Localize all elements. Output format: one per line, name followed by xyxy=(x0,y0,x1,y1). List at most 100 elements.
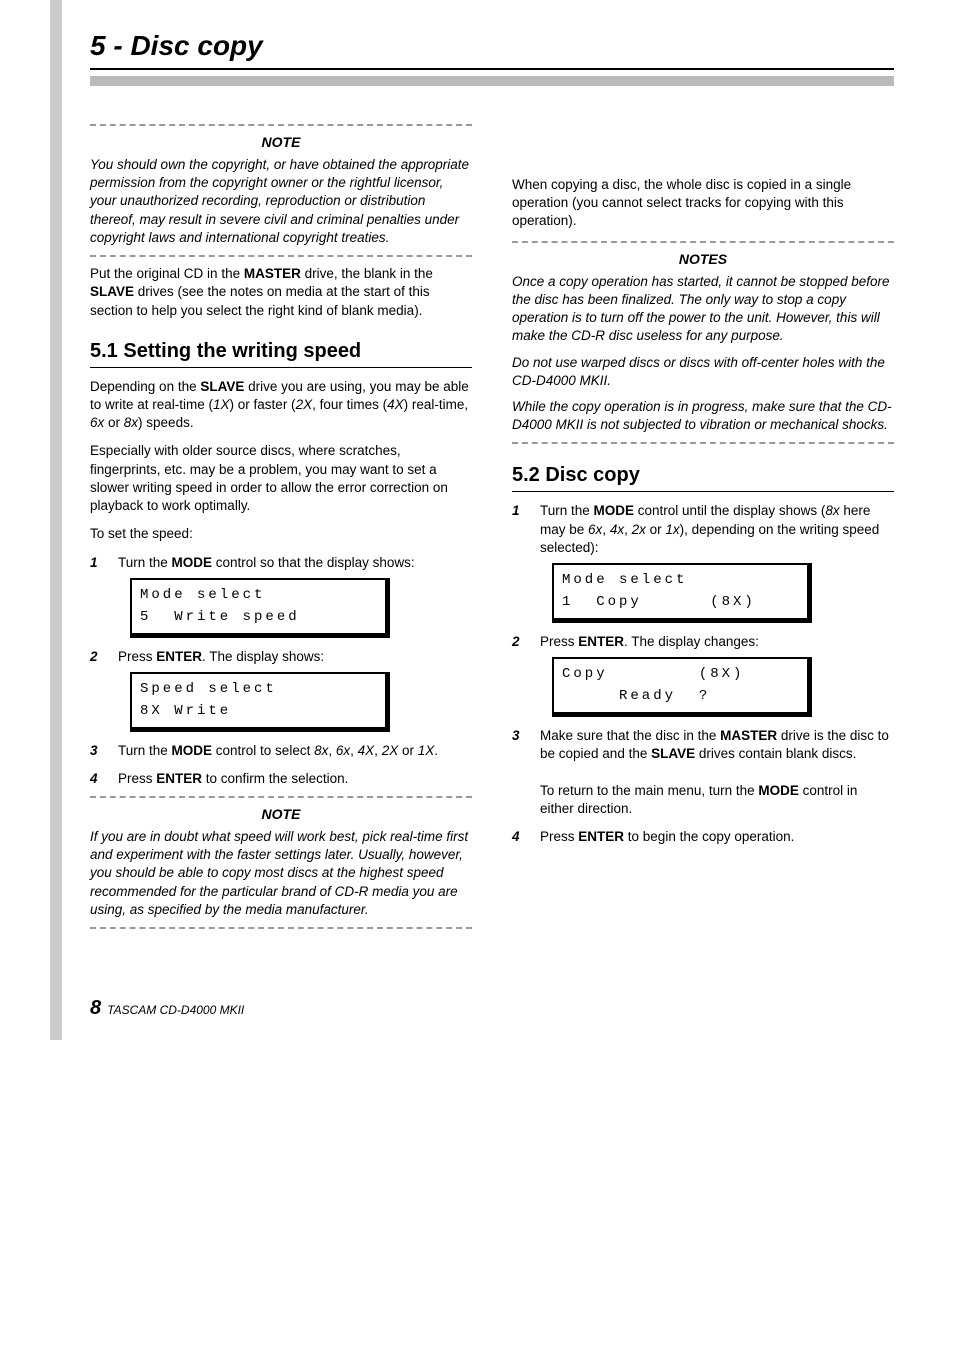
text: Press xyxy=(118,771,156,786)
step-text: Turn the MODE control so that the displa… xyxy=(118,554,415,572)
notes-body-3: While the copy operation is in progress,… xyxy=(512,398,894,434)
enter-key: ENTER xyxy=(578,829,624,844)
text: , xyxy=(328,743,336,758)
text: to begin the copy operation. xyxy=(624,829,794,844)
mode-control: MODE xyxy=(172,555,213,570)
text: drive, the blank in the xyxy=(301,266,433,281)
notes-divider-bottom xyxy=(512,442,894,444)
speed-1x: 1x xyxy=(665,522,679,537)
speed-2x: 2x xyxy=(632,522,646,537)
step-text: Press ENTER to confirm the selection. xyxy=(118,770,348,788)
step-2: 2 Press ENTER. The display changes: xyxy=(512,633,894,651)
step-number: 4 xyxy=(512,828,526,846)
step-number: 2 xyxy=(512,633,526,651)
text: . xyxy=(434,743,438,758)
speed-1x: 1X xyxy=(213,397,230,412)
notes-body-1: Once a copy operation has started, it ca… xyxy=(512,273,894,346)
two-column-layout: NOTE You should own the copyright, or ha… xyxy=(90,116,894,937)
lcd-display-copy-menu: Mode select 1 Copy (8X) xyxy=(552,563,812,623)
text: . The display shows: xyxy=(202,649,324,664)
text: ) or faster ( xyxy=(230,397,296,412)
text: , xyxy=(350,743,358,758)
text: or xyxy=(104,415,124,430)
title-underbar xyxy=(90,76,894,86)
text: ) real-time, xyxy=(404,397,469,412)
speed-2x: 2X xyxy=(382,743,399,758)
slave-label: SLAVE xyxy=(90,284,134,299)
text: control so that the display shows: xyxy=(212,555,415,570)
step-text: Press ENTER to begin the copy operation. xyxy=(540,828,794,846)
page-footer: 8 TASCAM CD-D4000 MKII xyxy=(90,997,894,1020)
text: To return to the main menu, turn the xyxy=(540,783,758,798)
to-set-speed-paragraph: To set the speed: xyxy=(90,525,472,543)
right-column: When copying a disc, the whole disc is c… xyxy=(512,116,894,937)
text: Turn the xyxy=(540,503,594,518)
note-body: If you are in doubt what speed will work… xyxy=(90,828,472,919)
lcd-display-speed-select: Speed select 8X Write xyxy=(130,672,390,732)
speed-capability-paragraph: Depending on the SLAVE drive you are usi… xyxy=(90,378,472,433)
text: , xyxy=(624,522,632,537)
step-2: 2 Press ENTER. The display shows: xyxy=(90,648,472,666)
step-text: Turn the MODE control until the display … xyxy=(540,502,894,557)
speed-4x: 4X xyxy=(387,397,404,412)
note-heading: NOTE xyxy=(90,806,472,822)
note-divider-top xyxy=(90,124,472,126)
text: drives contain blank discs. xyxy=(695,746,856,761)
text: ) speeds. xyxy=(138,415,194,430)
text: control to select xyxy=(212,743,314,758)
notes-body-2: Do not use warped discs or discs with of… xyxy=(512,354,894,390)
text: Put the original CD in the xyxy=(90,266,244,281)
slave-label: SLAVE xyxy=(651,746,695,761)
footer-label: TASCAM CD-D4000 MKII xyxy=(107,1003,244,1017)
note-divider-top xyxy=(90,796,472,798)
note-divider-bottom xyxy=(90,255,472,257)
text: or xyxy=(646,522,666,537)
text: , four times ( xyxy=(312,397,387,412)
step-1: 1 Turn the MODE control so that the disp… xyxy=(90,554,472,572)
section-5-2-heading: 5.2 Disc copy xyxy=(512,464,894,492)
enter-key: ENTER xyxy=(578,634,624,649)
speed-8x: 8x xyxy=(314,743,328,758)
speed-1x: 1X xyxy=(418,743,435,758)
step-text: Press ENTER. The display changes: xyxy=(540,633,759,651)
mode-control: MODE xyxy=(758,783,799,798)
text: , xyxy=(602,522,610,537)
section-5-1-heading: 5.1 Setting the writing speed xyxy=(90,340,472,368)
enter-key: ENTER xyxy=(156,771,202,786)
step-4: 4 Press ENTER to begin the copy operatio… xyxy=(512,828,894,846)
text: Turn the xyxy=(118,743,172,758)
mode-control: MODE xyxy=(172,743,213,758)
text: Make sure that the disc in the xyxy=(540,728,720,743)
chapter-title: 5 - Disc copy xyxy=(90,30,894,70)
speed-6x: 6x xyxy=(588,522,602,537)
step-number: 1 xyxy=(90,554,104,572)
slave-label: SLAVE xyxy=(200,379,244,394)
whole-disc-copy-paragraph: When copying a disc, the whole disc is c… xyxy=(512,176,894,231)
text: to confirm the selection. xyxy=(202,771,348,786)
step-number: 3 xyxy=(512,727,526,818)
text: control until the display shows ( xyxy=(634,503,825,518)
master-label: MASTER xyxy=(244,266,301,281)
mode-control: MODE xyxy=(594,503,635,518)
notes-heading: NOTES xyxy=(512,251,894,267)
step-text: Press ENTER. The display shows: xyxy=(118,648,324,666)
notes-divider-top xyxy=(512,241,894,243)
spacer xyxy=(512,116,894,176)
step-1: 1 Turn the MODE control until the displa… xyxy=(512,502,894,557)
text: Depending on the xyxy=(90,379,200,394)
note-body: You should own the copyright, or have ob… xyxy=(90,156,472,247)
step-4: 4 Press ENTER to confirm the selection. xyxy=(90,770,472,788)
text: drives (see the notes on media at the st… xyxy=(90,284,430,317)
speed-8x: 8x xyxy=(124,415,138,430)
speed-2x: 2X xyxy=(296,397,313,412)
older-discs-paragraph: Especially with older source discs, wher… xyxy=(90,442,472,515)
enter-key: ENTER xyxy=(156,649,202,664)
speed-6x: 6x xyxy=(336,743,350,758)
step-number: 3 xyxy=(90,742,104,760)
lcd-display-write-speed-menu: Mode select 5 Write speed xyxy=(130,578,390,638)
speed-4x: 4x xyxy=(610,522,624,537)
page-number: 8 xyxy=(90,997,101,1020)
speed-8x: 8x xyxy=(825,503,839,518)
step-3: 3 Turn the MODE control to select 8x, 6x… xyxy=(90,742,472,760)
insert-discs-paragraph: Put the original CD in the MASTER drive,… xyxy=(90,265,472,320)
